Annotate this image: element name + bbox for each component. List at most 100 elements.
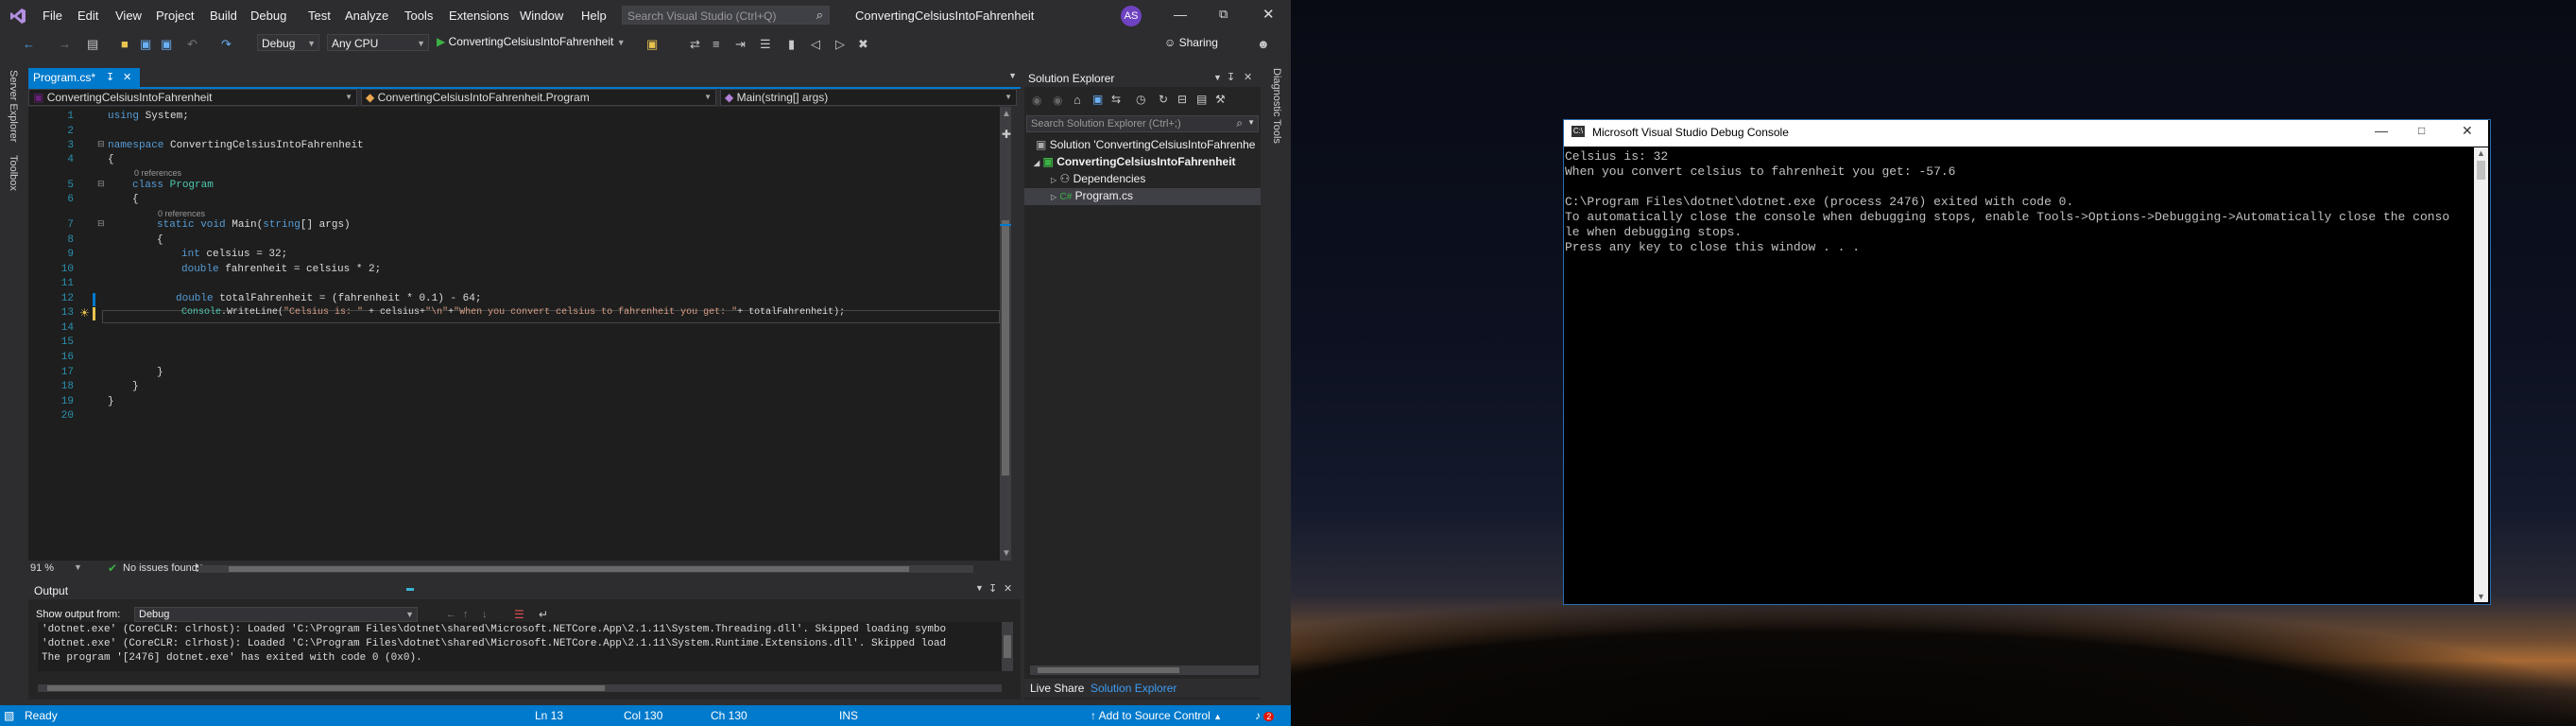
codelens-references[interactable]: 0 references [158,209,205,218]
start-debugging-button[interactable]: ▶ ConvertingCelsiusIntoFahrenheit ▼ [437,35,626,52]
comment-icon[interactable]: ☰ [760,37,771,52]
collapse-all-icon[interactable]: ⊟ [1177,93,1187,106]
feedback-icon[interactable]: ☻ [1257,37,1270,51]
scroll-thumb[interactable] [1002,220,1009,475]
forward-icon[interactable]: → [59,37,71,51]
scroll-down-icon[interactable]: ▼ [2477,592,2485,601]
close-icon[interactable]: ✕ [1244,71,1252,83]
bookmark-prev-icon[interactable]: ◁ [811,37,820,52]
scroll-thumb[interactable] [229,566,909,572]
issues-status[interactable]: No issues found [123,562,197,574]
server-explorer-tab[interactable]: Server Explorer [8,70,19,142]
close-icon[interactable]: ✕ [1262,6,1275,23]
pin-icon[interactable]: ↧ [106,68,114,87]
open-folder-icon[interactable]: ■ [121,37,129,51]
find-message-icon[interactable]: ← [446,609,456,620]
tab-solution-explorer[interactable]: Solution Explorer [1091,682,1176,695]
console-output[interactable]: Celsius is: 32 When you convert celsius … [1565,149,2472,594]
new-project-icon[interactable]: ▤ [87,37,98,52]
back-icon[interactable]: ◉ [1032,94,1041,107]
configuration-select[interactable]: Debug ▼ [257,34,319,51]
share-button[interactable]: ☺ Sharing [1164,36,1218,49]
sync-icon[interactable]: ⇆ [1111,93,1121,106]
forward-icon[interactable]: ◉ [1053,94,1062,107]
scroll-thumb[interactable] [47,685,605,691]
menu-edit[interactable]: Edit [77,9,98,23]
project-nav-select[interactable]: ▣ ConvertingCelsiusIntoFahrenheit ▼ [28,89,357,106]
collapse-icon[interactable]: ⊟ [97,179,105,189]
tab-program-cs[interactable]: Program.cs* ↧ ✕ [28,68,140,87]
switch-views-icon[interactable]: ▣ [1092,93,1103,106]
save-all-icon[interactable]: ▣ [161,37,172,52]
split-icon[interactable]: ✚ [1002,128,1011,141]
chevron-down-icon[interactable]: ▼ [1213,73,1222,82]
home-icon[interactable]: ⌂ [1073,93,1081,107]
properties-icon[interactable]: ⚒ [1215,93,1226,106]
solution-search-input[interactable]: Search Solution Explorer (Ctrl+;) ⌕ ▼ [1026,115,1259,132]
console-scrollbar[interactable]: ▲ ▼ [2474,147,2488,602]
console-maximize-icon[interactable]: □ [2418,124,2425,137]
tree-item-program-cs[interactable]: ▷ C# Program.cs [1051,189,1133,202]
menu-view[interactable]: View [115,9,142,23]
menu-project[interactable]: Project [156,9,194,23]
collapse-icon[interactable]: ⊟ [97,218,105,229]
scroll-thumb[interactable] [2477,161,2485,180]
pending-changes-icon[interactable]: ◷ [1136,93,1145,106]
console-minimize-icon[interactable]: — [2375,123,2388,138]
codelens-references[interactable]: 0 references [134,168,181,178]
pin-icon[interactable]: ↧ [988,582,997,595]
class-nav-select[interactable]: ◆ ConvertingCelsiusIntoFahrenheit.Progra… [361,89,716,106]
search-box[interactable]: Search Visual Studio (Ctrl+Q) ⌕ [622,6,830,25]
platform-select[interactable]: Any CPU ▼ [327,34,429,51]
scroll-thumb[interactable] [1038,667,1179,673]
clear-all-icon[interactable]: ☰ [514,608,524,621]
editor-horizontal-scrollbar[interactable] [198,565,973,573]
lightbulb-icon[interactable]: ☀ [79,306,90,320]
avatar[interactable]: AS [1121,6,1142,26]
redo-icon[interactable]: ↷ [221,37,232,52]
show-all-files-icon[interactable]: ▤ [1196,93,1207,106]
menu-extensions[interactable]: Extensions [449,9,509,23]
notifications-button[interactable]: ♪ 2 [1255,709,1275,722]
next-message-icon[interactable]: ↓ [482,609,488,620]
output-vertical-scrollbar[interactable] [1002,622,1013,671]
scroll-up-icon[interactable]: ▲ [1002,109,1011,119]
console-close-icon[interactable]: ✕ [2462,123,2473,139]
pin-icon[interactable]: ↧ [1227,71,1235,83]
collapse-icon[interactable]: ⊟ [97,139,105,149]
tab-live-share[interactable]: Live Share [1030,682,1084,695]
solution-explorer-horizontal-scrollbar[interactable] [1030,666,1259,675]
format-icon[interactable]: ≡ [713,37,720,51]
close-icon[interactable]: ✕ [1004,582,1012,595]
refresh-icon[interactable]: ↻ [1159,93,1168,106]
scroll-down-icon[interactable]: ▼ [1002,548,1011,559]
add-to-source-control-button[interactable]: ↑ Add to Source Control ▲ [1091,709,1222,722]
menu-analyze[interactable]: Analyze [345,9,388,23]
minimize-icon[interactable]: — [1174,7,1187,22]
vs-logo-icon[interactable] [9,8,26,25]
undo-icon[interactable]: ↶ [187,37,197,52]
scroll-up-icon[interactable]: ▲ [2477,148,2485,158]
tree-item-project[interactable]: ◢ ▣ ConvertingCelsiusIntoFahrenheit [1034,155,1236,168]
output-text[interactable]: 'dotnet.exe' (CoreCLR: clrhost): Loaded … [38,622,1002,671]
menu-build[interactable]: Build [210,9,237,23]
bookmark-next-icon[interactable]: ▷ [835,37,845,52]
tab-close-icon[interactable]: ✕ [123,68,131,87]
clear-bookmarks-icon[interactable]: ✖ [858,37,868,52]
save-icon[interactable]: ▣ [140,37,151,52]
step-icon[interactable]: ⇄ [690,37,700,52]
menu-debug[interactable]: Debug [250,9,286,23]
menu-tools[interactable]: Tools [404,9,433,23]
output-source-select[interactable]: Debug ▼ [134,607,418,622]
tree-item-dependencies[interactable]: ▷ ⚇ Dependencies [1051,172,1145,185]
menu-file[interactable]: File [43,9,62,23]
tab-overflow-icon[interactable]: ▼ [1008,71,1017,80]
word-wrap-icon[interactable]: ↵ [539,608,548,621]
bookmark-icon[interactable]: ▮ [788,37,795,52]
member-nav-select[interactable]: ◆ Main(string[] args) ▼ [720,89,1017,106]
console-title-bar[interactable]: C:\ Microsoft Visual Studio Debug Consol… [1564,120,2488,147]
browser-link-icon[interactable]: ▣ [646,37,658,52]
toolbox-tab[interactable]: Toolbox [8,155,19,191]
back-icon[interactable]: ← [23,37,35,51]
chevron-down-icon[interactable]: ▼ [975,583,984,593]
